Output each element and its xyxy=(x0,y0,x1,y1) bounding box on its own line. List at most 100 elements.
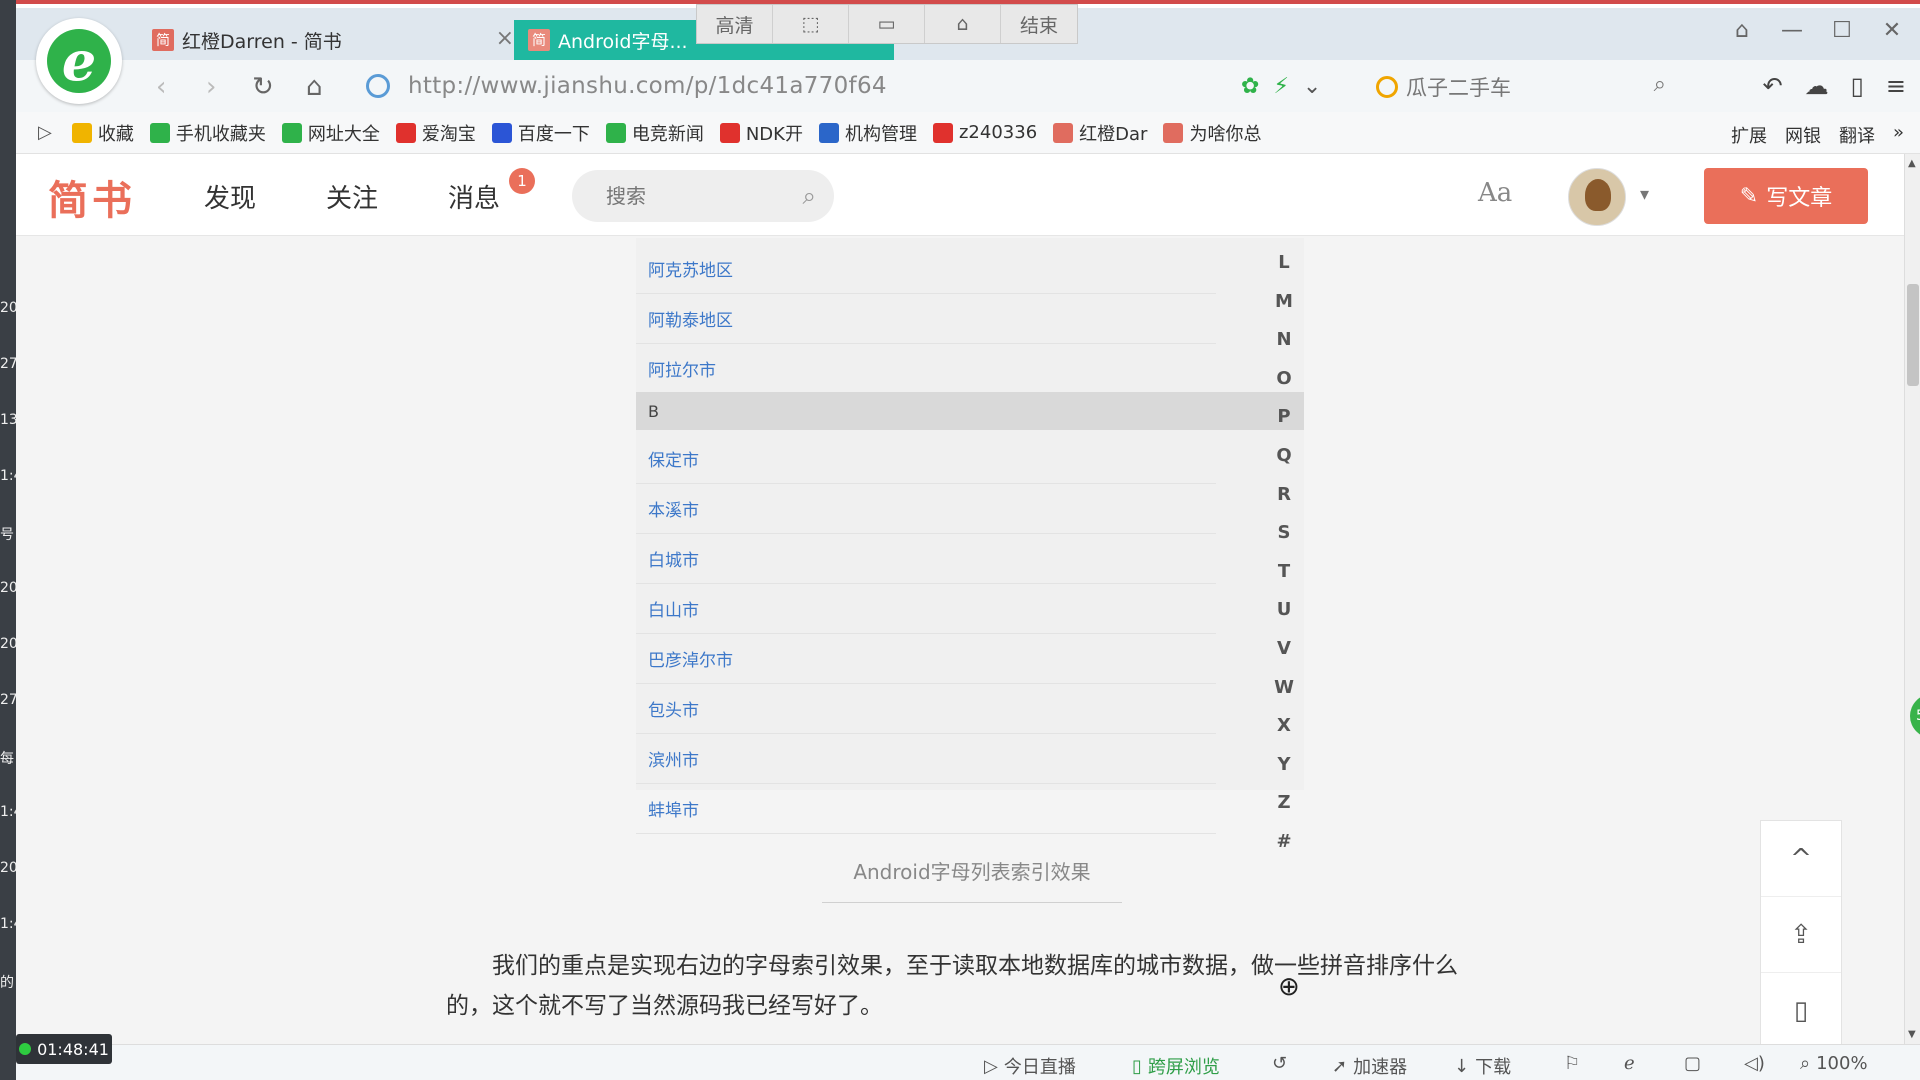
bookmark-item[interactable]: z240336 xyxy=(932,122,1037,143)
city-list-item[interactable]: 包头市 xyxy=(636,684,1216,734)
bookmark-label: NDK开 xyxy=(745,123,803,145)
city-list-item[interactable]: 保定市 xyxy=(636,434,1216,484)
cross-screen-button[interactable]: ▯ 跨屏浏览 xyxy=(1132,1053,1220,1079)
page-scrollbar[interactable]: ▲ ▼ xyxy=(1904,154,1920,1044)
quality-button[interactable]: 高清 xyxy=(697,5,773,43)
undo-icon[interactable]: ↶ xyxy=(1763,72,1783,100)
bookmark-item[interactable]: 收藏 xyxy=(71,120,134,146)
city-list-item[interactable]: 白山市 xyxy=(636,584,1216,634)
close-window-icon[interactable]: ✕ xyxy=(1880,18,1904,43)
city-list-item[interactable]: 巴彦淖尔市 xyxy=(636,634,1216,684)
home-icon[interactable]: ⌂ xyxy=(306,72,323,102)
accelerator-button[interactable]: ➚ 加速器 xyxy=(1332,1053,1407,1079)
region-select-icon[interactable]: ⬚ xyxy=(773,5,849,43)
chevron-down-icon[interactable]: ▾ xyxy=(1640,184,1649,205)
online-banking-button[interactable]: 网银 xyxy=(1785,122,1821,148)
index-letter[interactable]: V xyxy=(1272,638,1296,659)
scroll-up-icon[interactable]: ▲ xyxy=(1908,158,1916,169)
index-letter[interactable]: Z xyxy=(1272,792,1296,813)
index-letter[interactable]: U xyxy=(1272,599,1296,620)
index-letter[interactable]: S xyxy=(1272,522,1296,543)
extensions-button[interactable]: 扩展 xyxy=(1731,122,1767,148)
back-icon[interactable]: ‹ xyxy=(156,72,166,102)
scroll-top-icon[interactable]: ^ xyxy=(1761,821,1841,897)
minimize-icon[interactable]: — xyxy=(1780,18,1804,43)
bookmark-item[interactable]: 手机收藏夹 xyxy=(149,120,266,146)
nav-messages[interactable]: 消息 xyxy=(448,178,500,215)
city-list-item[interactable]: 蚌埠市 xyxy=(636,784,1216,834)
search-box[interactable]: 瓜子二手车 ⌕ xyxy=(1376,72,1666,102)
index-letter[interactable]: Y xyxy=(1272,754,1296,775)
forward-icon[interactable]: › xyxy=(206,72,216,102)
window-icon[interactable]: ▢ xyxy=(1684,1053,1701,1074)
index-letter[interactable]: L xyxy=(1272,252,1296,273)
security-icon[interactable]: ✿ xyxy=(1241,74,1259,99)
search-icon[interactable]: ⌕ xyxy=(1654,72,1666,97)
browser-window: 简 红橙Darren - 简书 × 简 Android字母... ⌂ — ☐ ✕… xyxy=(16,0,1920,1080)
url-dropdown-icon[interactable]: ⌄ xyxy=(1303,74,1321,99)
bookmark-item[interactable]: 爱淘宝 xyxy=(395,120,476,146)
window-mode-icon[interactable]: ▭ xyxy=(849,5,925,43)
font-settings-button[interactable]: Aa xyxy=(1478,178,1512,208)
index-letter[interactable]: # xyxy=(1272,831,1296,852)
today-live-button[interactable]: ▷ 今日直播 xyxy=(984,1053,1076,1079)
feedback-icon[interactable]: ⚐ xyxy=(1564,1053,1580,1074)
url-field[interactable]: http://www.jianshu.com/p/1dc41a770f64 xyxy=(366,68,1346,104)
bookmark-icon[interactable]: ▯ xyxy=(1761,973,1841,1049)
site-search[interactable]: ⌕ xyxy=(572,170,834,222)
user-avatar[interactable] xyxy=(1568,168,1626,226)
index-letter[interactable]: X xyxy=(1272,715,1296,736)
index-letter[interactable]: P xyxy=(1272,406,1296,427)
speed-mode-icon[interactable]: ⚡ xyxy=(1273,74,1288,99)
sidebar-toggle-icon[interactable]: ▷ xyxy=(38,122,52,143)
close-tab-icon[interactable]: × xyxy=(496,26,514,51)
city-list-item[interactable]: 白城市 xyxy=(636,534,1216,584)
clean-icon[interactable]: ↺ xyxy=(1272,1053,1287,1074)
end-recording-button[interactable]: 结束 xyxy=(1001,5,1077,43)
scrollbar-thumb[interactable] xyxy=(1907,284,1919,386)
volume-icon[interactable]: ◁) xyxy=(1744,1053,1765,1074)
index-letter[interactable]: T xyxy=(1272,561,1296,582)
home-mode-icon[interactable]: ⌂ xyxy=(925,5,1001,43)
index-letter[interactable]: N xyxy=(1272,329,1296,350)
site-info-icon[interactable] xyxy=(366,74,390,98)
search-icon[interactable]: ⌕ xyxy=(803,182,816,210)
index-letter[interactable]: M xyxy=(1272,291,1296,312)
city-list-item[interactable]: 阿勒泰地区 xyxy=(636,294,1216,344)
city-list-item[interactable]: 阿克苏地区 xyxy=(636,244,1216,294)
bookmark-item[interactable]: 网址大全 xyxy=(281,120,380,146)
bookmark-item[interactable]: 百度一下 xyxy=(491,120,590,146)
more-icon[interactable]: » xyxy=(1893,122,1904,148)
site-search-input[interactable] xyxy=(606,184,786,208)
reading-mode-icon[interactable]: ▯ xyxy=(1851,72,1864,100)
refresh-icon[interactable]: ↻ xyxy=(252,72,274,102)
site-logo[interactable]: 简书 xyxy=(48,168,136,226)
menu-icon[interactable]: ≡ xyxy=(1886,72,1906,100)
maximize-icon[interactable]: ☐ xyxy=(1830,18,1854,43)
download-button[interactable]: ↓ 下载 xyxy=(1454,1053,1511,1079)
tab-jianshu-profile[interactable]: 简 红橙Darren - 简书 × xyxy=(152,20,524,60)
city-list-item[interactable]: 滨州市 xyxy=(636,734,1216,784)
translate-button[interactable]: 翻译 xyxy=(1839,122,1875,148)
nav-follow[interactable]: 关注 xyxy=(326,178,378,215)
index-letter[interactable]: O xyxy=(1272,368,1296,389)
bookmark-item[interactable]: 电竞新闻 xyxy=(605,120,704,146)
share-upload-icon[interactable]: ⇪ xyxy=(1761,897,1841,973)
nav-discover[interactable]: 发现 xyxy=(204,178,256,215)
skin-icon[interactable]: ⌂ xyxy=(1730,18,1754,43)
bookmark-item[interactable]: NDK开 xyxy=(719,120,803,146)
write-article-button[interactable]: ✎ 写文章 xyxy=(1704,168,1868,224)
ie-mode-icon[interactable]: ℯ xyxy=(1624,1053,1635,1074)
index-letter[interactable]: R xyxy=(1272,484,1296,505)
scroll-down-icon[interactable]: ▼ xyxy=(1908,1029,1916,1040)
index-letter[interactable]: Q xyxy=(1272,445,1296,466)
browser-logo-icon[interactable]: e xyxy=(36,18,122,104)
cloud-icon[interactable]: ☁ xyxy=(1805,72,1829,100)
zoom-level[interactable]: ⌕ 100% xyxy=(1800,1053,1868,1074)
city-list-item[interactable]: 阿拉尔市 xyxy=(636,344,1216,394)
bookmark-item[interactable]: 为啥你总 xyxy=(1163,120,1261,146)
bookmark-item[interactable]: 红橙Dar xyxy=(1053,120,1147,146)
bookmark-item[interactable]: 机构管理 xyxy=(818,120,917,146)
city-list-item[interactable]: 本溪市 xyxy=(636,484,1216,534)
index-letter[interactable]: W xyxy=(1272,677,1296,698)
